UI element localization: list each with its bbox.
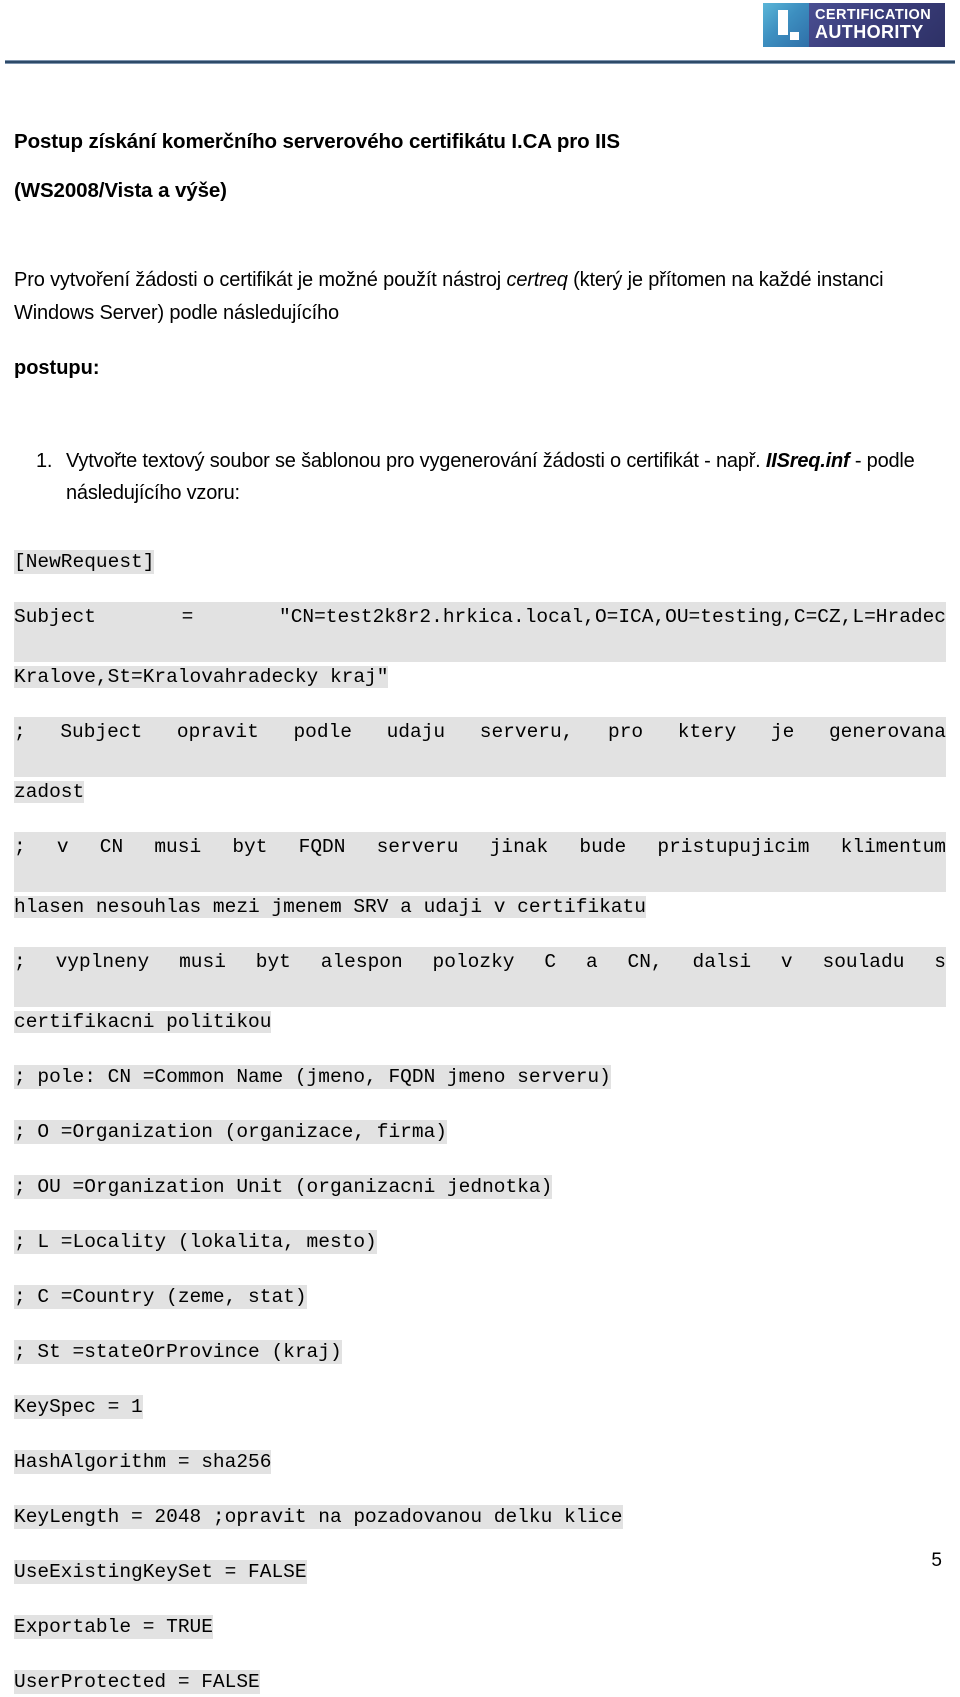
code-line: Subject = "CN=test2k8r2.hrkica.local,O=I… [14, 602, 946, 692]
code-line: UserProtected = FALSE [14, 1667, 946, 1697]
code-line-text: ; v CN musi byt FQDN serveru jinak bude … [14, 832, 946, 892]
code-line-text: UserProtected = FALSE [14, 1670, 260, 1694]
code-line-text: Exportable = TRUE [14, 1615, 213, 1639]
code-line-text-cont: Kralove,St=Kralovahradecky kraj" [14, 666, 389, 688]
code-line-text: Subject = "CN=test2k8r2.hrkica.local,O=I… [14, 602, 946, 662]
code-line: ; pole: CN =Common Name (jmeno, FQDN jme… [14, 1062, 946, 1092]
page-title-line-1: Postup získání komerčního serverového ce… [14, 130, 620, 153]
code-line: UseExistingKeySet = FALSE [14, 1557, 946, 1587]
code-line: ; St =stateOrProvince (kraj) [14, 1337, 946, 1367]
header-divider [5, 60, 955, 64]
code-line: ; vyplneny musi byt alespon polozky C a … [14, 947, 946, 1037]
logo-mark-icon [763, 3, 809, 47]
code-line-text: KeySpec = 1 [14, 1395, 143, 1419]
code-line-text: KeyLength = 2048 ;opravit na pozadovanou… [14, 1505, 623, 1529]
logo-line-certification: CERTIFICATION [815, 6, 932, 23]
logo-bar-shape [778, 10, 788, 35]
code-line-text-cont: zadost [14, 781, 85, 803]
code-line-text: ; L =Locality (lokalita, mesto) [14, 1230, 377, 1254]
code-line: ; O =Organization (organizace, firma) [14, 1117, 946, 1147]
step-text-before: Vytvořte textový soubor se šablonou pro … [66, 450, 766, 472]
code-line-text: ; OU =Organization Unit (organizacni jed… [14, 1175, 553, 1199]
logo-dot-shape [790, 32, 799, 40]
intro-paragraph: Pro vytvoření žádosti o certifikát je mo… [14, 264, 946, 330]
code-line-text: ; vyplneny musi byt alespon polozky C a … [14, 947, 946, 1007]
code-line-text-cont: certifikacni politikou [14, 1011, 272, 1033]
code-sample-block: [NewRequest] Subject = "CN=test2k8r2.hrk… [14, 547, 946, 1697]
intro-postupu-line: postupu: [14, 357, 100, 379]
code-line: HashAlgorithm = sha256 [14, 1447, 946, 1477]
logo-wordmark: CERTIFICATION AUTHORITY [809, 3, 945, 47]
code-line: ; Subject opravit podle udaju serveru, p… [14, 717, 946, 807]
code-line-text: HashAlgorithm = sha256 [14, 1450, 272, 1474]
code-line: [NewRequest] [14, 547, 946, 577]
step-number: 1. [36, 450, 53, 472]
page-header: CERTIFICATION AUTHORITY [0, 0, 960, 72]
code-line: ; OU =Organization Unit (organizacni jed… [14, 1172, 946, 1202]
steps-list: 1. Vytvořte textový soubor se šablonou pr… [14, 445, 946, 509]
code-line: ; v CN musi byt FQDN serveru jinak bude … [14, 832, 946, 922]
page-title-line-2: (WS2008/Vista a výše) [14, 178, 227, 202]
tool-name-emphasis: certreq [506, 269, 568, 291]
code-line: ; C =Country (zeme, stat) [14, 1282, 946, 1312]
code-line: KeyLength = 2048 ;opravit na pozadovanou… [14, 1502, 946, 1532]
code-line-text: ; C =Country (zeme, stat) [14, 1285, 307, 1309]
ica-logo: CERTIFICATION AUTHORITY [762, 2, 946, 48]
document-content: Postup získání komerčního serverového ce… [0, 130, 960, 1697]
code-line-text: [NewRequest] [14, 550, 155, 574]
step-filename: IISreq.inf [765, 450, 850, 472]
page-title: Postup získání komerčního serverového ce… [14, 130, 946, 202]
code-line-text-cont: hlasen nesouhlas mezi jmenem SRV a udaji… [14, 896, 646, 918]
code-line-text: ; Subject opravit podle udaju serveru, p… [14, 717, 946, 777]
code-line-text: ; O =Organization (organizace, firma) [14, 1120, 447, 1144]
code-line-text: ; pole: CN =Common Name (jmeno, FQDN jme… [14, 1065, 611, 1089]
code-line-text: ; St =stateOrProvince (kraj) [14, 1340, 342, 1364]
page-number: 5 [931, 1550, 942, 1571]
intro-text-before: Pro vytvoření žádosti o certifikát je mo… [14, 269, 507, 291]
logo-line-authority: AUTHORITY [815, 22, 924, 43]
list-item: 1. Vytvořte textový soubor se šablonou pr… [14, 445, 946, 509]
code-line-text: UseExistingKeySet = FALSE [14, 1560, 307, 1584]
code-line: Exportable = TRUE [14, 1612, 946, 1642]
code-line: ; L =Locality (lokalita, mesto) [14, 1227, 946, 1257]
code-line: KeySpec = 1 [14, 1392, 946, 1422]
